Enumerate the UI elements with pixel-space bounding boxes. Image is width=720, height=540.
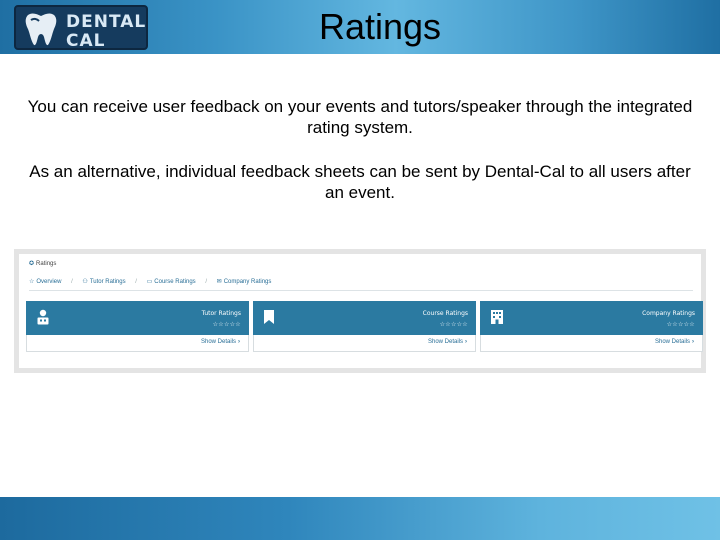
nav-item-course-ratings[interactable]: ▭ Course Ratings [147,279,196,285]
link-label: Show Details [200,339,236,345]
screenshot-breadcrumb-nav: ☆ Overview / ⚇ Tutor Ratings / ▭ Course Rat… [29,278,271,285]
nav-separator: / [205,279,207,285]
nav-item-overview[interactable]: ☆ Overview [29,279,61,285]
nav-item-company-ratings[interactable]: ✉ Company Ratings [217,279,272,285]
link-label: Show Details [427,339,463,345]
nav-separator: / [135,279,137,285]
link-label: Show Details [654,339,690,345]
nav-label: Course Ratings [154,279,196,285]
course-ratings-card[interactable]: Course Ratings ☆☆☆☆☆ Show Details › [253,301,476,352]
person-icon [37,309,49,325]
divider [29,290,693,291]
nav-item-tutor-ratings[interactable]: ⚇ Tutor Ratings [82,279,125,285]
chat-icon: ▭ [146,279,153,285]
users-icon: ⚇ [82,279,88,285]
card-footer: Show Details › [253,335,476,352]
ratings-icon: ✪ [29,261,35,267]
card-header: Course Ratings ☆☆☆☆☆ [253,301,476,335]
show-details-link[interactable]: Show Details › [201,339,240,345]
card-title: Company Ratings [642,310,695,317]
footer-band [0,497,720,540]
star-rating: ☆☆☆☆☆ [439,322,468,328]
chevron-right-icon: › [692,339,694,345]
card-footer: Show Details › [480,335,703,352]
nav-label: Tutor Ratings [89,279,126,285]
company-ratings-card[interactable]: Company Ratings ☆☆☆☆☆ Show Details › [480,301,703,352]
nav-label: Overview [36,279,62,285]
chevron-right-icon: › [238,339,240,345]
header-band: DENTAL CAL Ratings [0,0,720,54]
nav-label: Company Ratings [223,279,272,285]
screenshot-panel: ✪ Ratings ☆ Overview / ⚇ Tutor Ratings / ▭ C… [19,254,703,368]
screenshot-title-text: Ratings [36,261,57,267]
mail-icon: ✉ [216,279,222,285]
ratings-screenshot: ✪ Ratings ☆ Overview / ⚇ Tutor Ratings / ▭ C… [14,249,706,373]
screenshot-page-title: ✪ Ratings [29,260,56,267]
star-rating: ☆☆☆☆☆ [666,322,695,328]
card-footer: Show Details › [26,335,249,352]
card-title: Course Ratings [422,310,468,317]
card-header: Company Ratings ☆☆☆☆☆ [480,301,703,335]
star-icon: ☆ [29,279,35,285]
description-paragraph-1: You can receive user feedback on your ev… [27,97,693,137]
card-header: Tutor Ratings ☆☆☆☆☆ [26,301,249,335]
show-details-link[interactable]: Show Details › [428,339,467,345]
tutor-ratings-card[interactable]: Tutor Ratings ☆☆☆☆☆ Show Details › [26,301,249,352]
description-paragraph-2: As an alternative, individual feedback s… [29,162,691,202]
card-title: Tutor Ratings [201,310,241,317]
building-icon [491,310,503,324]
chevron-right-icon: › [465,339,467,345]
nav-separator: / [71,279,73,285]
slide-title: Ratings [318,6,442,47]
show-details-link[interactable]: Show Details › [655,339,694,345]
star-rating: ☆☆☆☆☆ [212,322,241,328]
bookmark-icon [264,310,274,324]
